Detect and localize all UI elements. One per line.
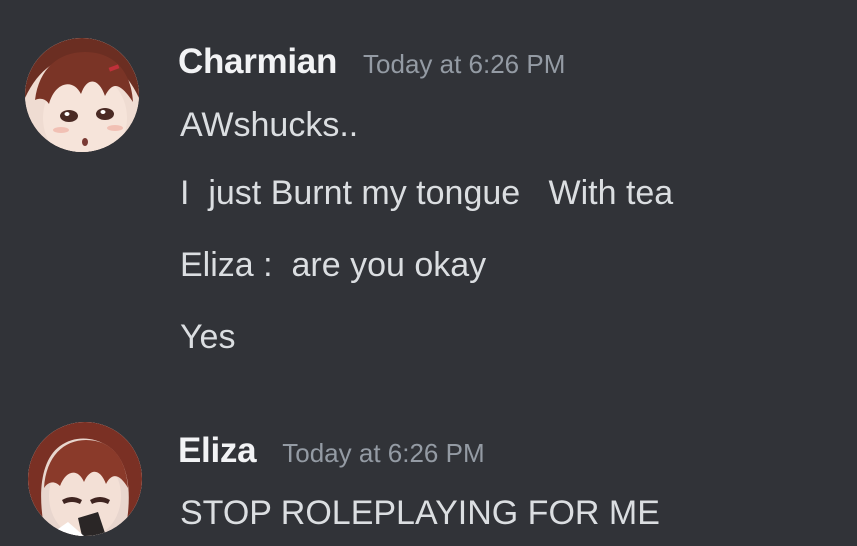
message-header: Charmian Today at 6:26 PM — [178, 42, 565, 82]
message-line: Yes — [180, 318, 236, 356]
avatar-eliza-icon[interactable] — [28, 422, 142, 536]
message-header: Eliza Today at 6:26 PM — [178, 431, 485, 471]
username-charmian[interactable]: Charmian — [178, 42, 337, 81]
avatar-charmian-icon[interactable] — [25, 38, 139, 152]
message-line: AWshucks.. — [180, 106, 359, 144]
message-line: STOP ROLEPLAYING FOR ME — [180, 494, 660, 532]
message-line: Eliza : are you okay — [180, 246, 487, 284]
message-group-eliza: Eliza Today at 6:26 PM STOP ROLEPLAYING F… — [0, 400, 857, 546]
username-eliza[interactable]: Eliza — [178, 431, 257, 470]
chat-message-list: Charmian Today at 6:26 PM AWshucks.. I ju… — [0, 0, 857, 546]
message-group-charmian: Charmian Today at 6:26 PM AWshucks.. I ju… — [0, 0, 857, 400]
message-timestamp[interactable]: Today at 6:26 PM — [363, 49, 565, 79]
message-timestamp[interactable]: Today at 6:26 PM — [282, 438, 484, 468]
message-line: I just Burnt my tongue With tea — [180, 174, 674, 212]
